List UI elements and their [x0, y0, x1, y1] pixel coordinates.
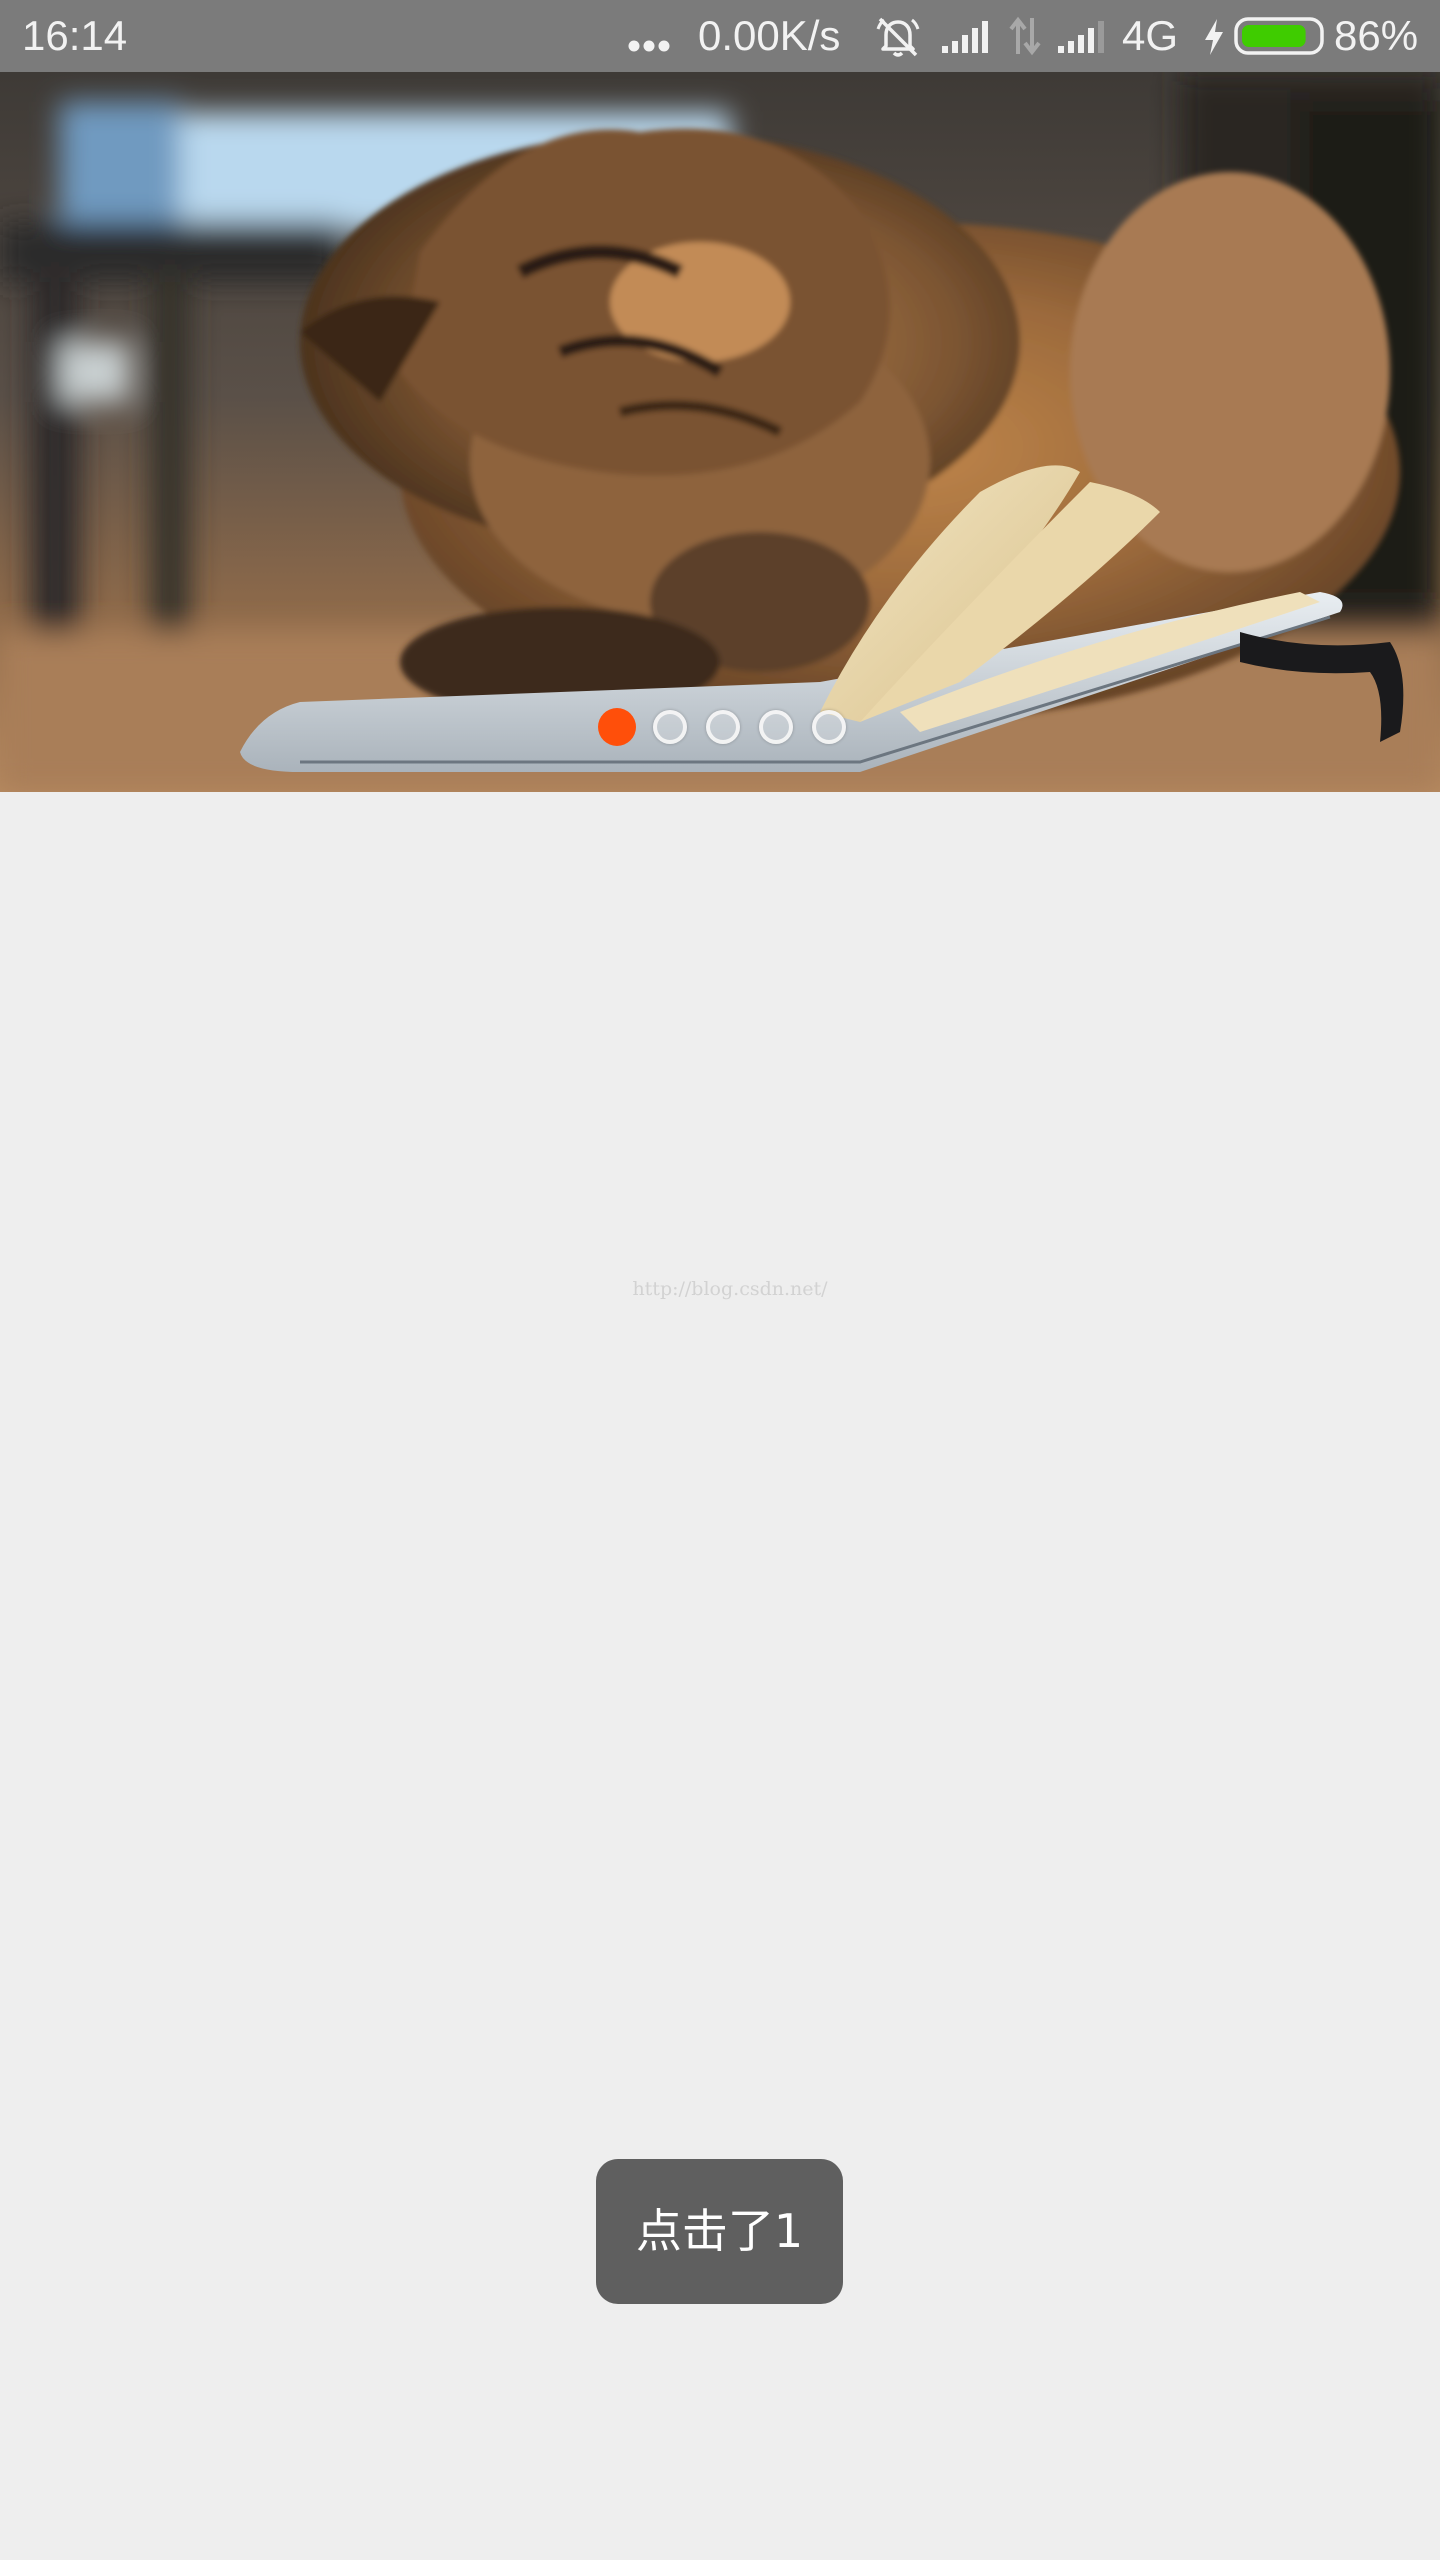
signal-icon	[942, 21, 988, 53]
carousel-indicator	[598, 708, 846, 746]
signal-icon	[1058, 21, 1104, 53]
indicator-dot-4[interactable]	[759, 710, 793, 744]
network-type: 4G	[1122, 12, 1179, 59]
battery-percent: 86%	[1334, 12, 1419, 59]
indicator-dot-5[interactable]	[812, 710, 846, 744]
battery-icon	[1234, 17, 1324, 55]
status-bar: 16:14 0.00K/s 4G 86%	[0, 0, 1440, 72]
alarm-off-icon	[876, 17, 920, 57]
indicator-dot-2[interactable]	[653, 710, 687, 744]
indicator-dot-3[interactable]	[706, 710, 740, 744]
network-speed: 0.00K/s	[698, 12, 841, 59]
indicator-dot-1[interactable]	[598, 708, 636, 746]
toast-message: 点击了1	[596, 2159, 843, 2304]
watermark-text: http://blog.csdn.net/	[632, 1278, 828, 1300]
banner-cat-photo[interactable]	[0, 72, 1440, 792]
data-arrows-icon	[1009, 16, 1041, 56]
image-carousel[interactable]	[0, 72, 1440, 792]
more-dots-icon	[628, 40, 670, 52]
charging-icon	[1205, 19, 1223, 55]
status-time: 16:14	[22, 12, 128, 59]
